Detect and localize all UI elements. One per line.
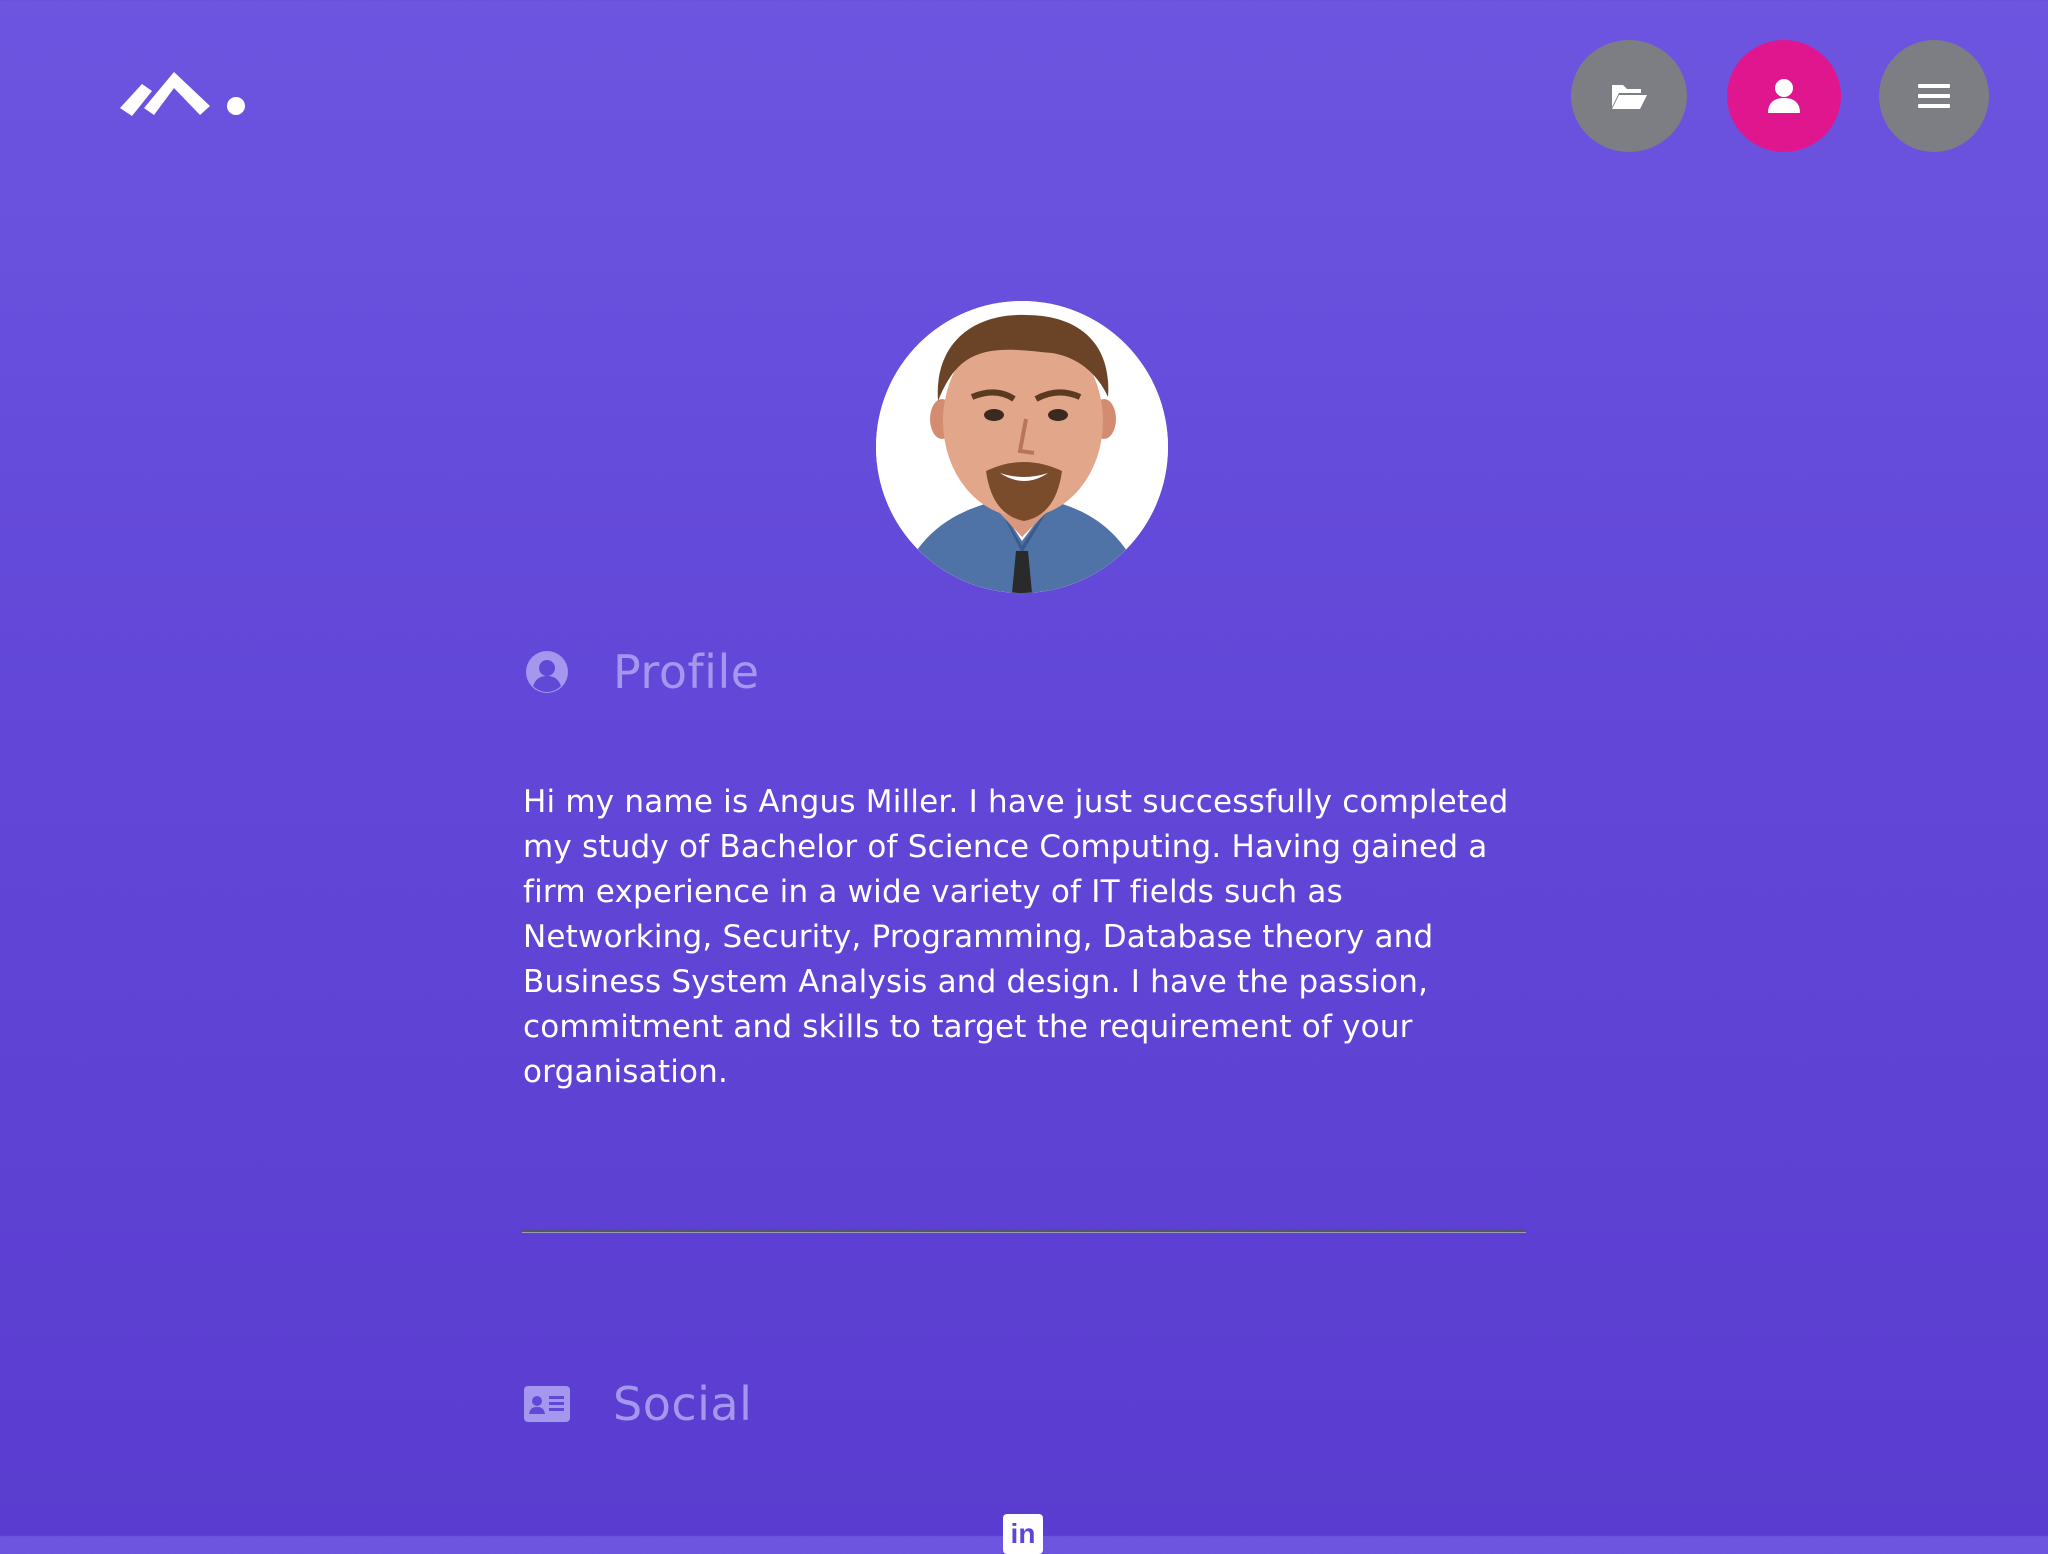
hamburger-icon bbox=[1918, 84, 1950, 108]
profile-bio: Hi my name is Angus Miller. I have just … bbox=[523, 784, 1509, 1090]
folder-open-icon bbox=[1612, 85, 1647, 109]
menu-button[interactable] bbox=[1879, 40, 1989, 152]
portrait-illustration bbox=[876, 301, 1168, 593]
site-logo[interactable] bbox=[118, 58, 258, 128]
id-card-icon bbox=[523, 1380, 571, 1428]
profile-heading: Profile bbox=[613, 645, 760, 699]
profile-button[interactable] bbox=[1727, 40, 1841, 152]
social-section-header: Social bbox=[523, 1377, 752, 1431]
projects-button[interactable] bbox=[1571, 40, 1687, 152]
linkedin-icon[interactable]: in bbox=[1003, 1514, 1043, 1554]
section-divider bbox=[522, 1229, 1526, 1233]
user-icon bbox=[1768, 79, 1800, 113]
profile-photo bbox=[876, 301, 1168, 593]
social-heading: Social bbox=[613, 1377, 753, 1431]
profile-section-header: Profile bbox=[523, 645, 760, 699]
user-circle-icon bbox=[523, 648, 571, 696]
logo-mark-icon bbox=[120, 72, 245, 116]
linkedin-label: in bbox=[1010, 1518, 1036, 1549]
